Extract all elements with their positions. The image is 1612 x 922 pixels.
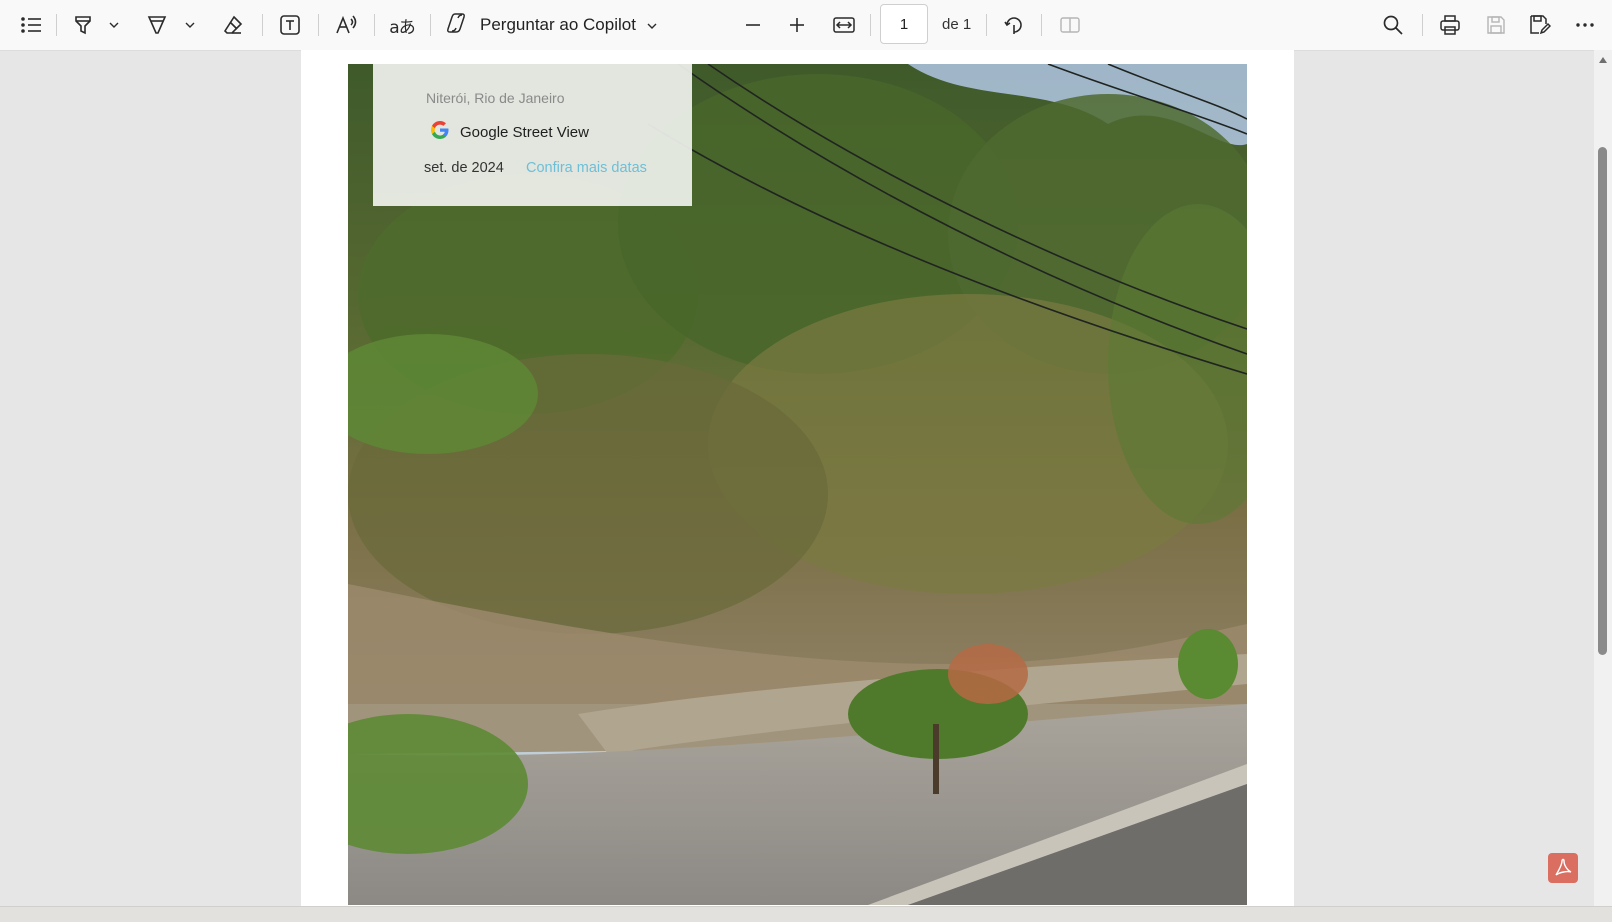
pdf-toolbar: aあ Perguntar ao Copilot 1 de 1 bbox=[0, 0, 1612, 51]
toolbar-divider bbox=[318, 14, 319, 36]
ask-copilot-button[interactable]: Perguntar ao Copilot bbox=[446, 10, 658, 40]
copilot-icon bbox=[446, 12, 470, 39]
toolbar-divider bbox=[430, 14, 431, 36]
street-view-brand: Google Street View bbox=[430, 120, 589, 144]
scrollbar-thumb[interactable] bbox=[1598, 147, 1607, 655]
draw-icon[interactable] bbox=[142, 10, 172, 40]
two-page-icon bbox=[1055, 10, 1085, 40]
street-view-info-card: Niterói, Rio de Janeiro Google Street Vi… bbox=[373, 64, 692, 206]
save-icon bbox=[1481, 10, 1511, 40]
search-icon[interactable] bbox=[1378, 10, 1408, 40]
toolbar-divider bbox=[262, 14, 263, 36]
page-total-label: de 1 bbox=[942, 16, 972, 33]
list-icon[interactable] bbox=[16, 10, 46, 40]
toolbar-divider bbox=[986, 14, 987, 36]
print-icon[interactable] bbox=[1435, 10, 1465, 40]
save-as-icon[interactable] bbox=[1525, 10, 1555, 40]
scroll-up-arrow-icon[interactable] bbox=[1599, 57, 1607, 63]
vertical-scrollbar[interactable] bbox=[1594, 50, 1612, 911]
chevron-down-icon bbox=[646, 15, 658, 35]
page-number-input[interactable]: 1 bbox=[880, 4, 928, 44]
toolbar-divider bbox=[1422, 14, 1423, 36]
more-dates-link[interactable]: Confira mais datas bbox=[526, 160, 647, 176]
more-icon[interactable] bbox=[1570, 10, 1600, 40]
translate-icon[interactable]: aあ bbox=[387, 10, 417, 40]
toolbar-divider bbox=[1041, 14, 1042, 36]
taskbar-edge bbox=[0, 906, 1612, 922]
chevron-down-icon[interactable] bbox=[180, 10, 200, 40]
text-box-icon[interactable] bbox=[275, 10, 305, 40]
copilot-label: Perguntar ao Copilot bbox=[480, 15, 636, 34]
zoom-in-icon[interactable] bbox=[782, 10, 812, 40]
capture-date: set. de 2024 bbox=[424, 160, 504, 176]
toolbar-divider bbox=[374, 14, 375, 36]
acrobat-pdf-icon[interactable] bbox=[1548, 853, 1578, 883]
brand-label: Google Street View bbox=[460, 123, 589, 141]
zoom-out-icon[interactable] bbox=[738, 10, 768, 40]
google-logo-icon bbox=[430, 120, 450, 144]
rotate-icon[interactable] bbox=[999, 10, 1029, 40]
read-aloud-icon[interactable] bbox=[332, 10, 362, 40]
toolbar-divider bbox=[56, 14, 57, 36]
toolbar-divider bbox=[870, 14, 871, 36]
fit-width-icon[interactable] bbox=[828, 10, 860, 40]
location-label: Niterói, Rio de Janeiro bbox=[426, 90, 565, 106]
eraser-icon[interactable] bbox=[218, 10, 248, 40]
chevron-down-icon[interactable] bbox=[104, 10, 124, 40]
highlighter-icon[interactable] bbox=[68, 10, 98, 40]
